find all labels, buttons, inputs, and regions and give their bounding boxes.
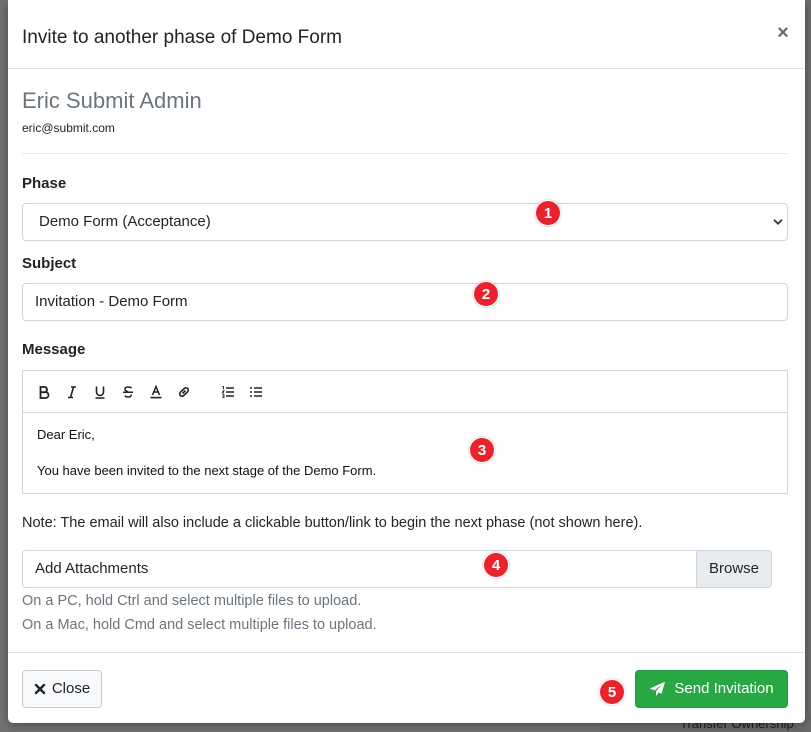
- attachments-input[interactable]: Add Attachments: [22, 550, 697, 588]
- invite-modal: Invite to another phase of Demo Form × E…: [8, 0, 805, 723]
- close-icon[interactable]: ×: [775, 22, 791, 44]
- ordered-list-icon[interactable]: [219, 383, 237, 401]
- modal-title: Invite to another phase of Demo Form: [22, 27, 342, 48]
- browse-button[interactable]: Browse: [696, 550, 772, 588]
- subject-input-value: Invitation - Demo Form: [35, 293, 188, 310]
- close-button-label: Close: [51, 680, 91, 697]
- close-button[interactable]: Close: [22, 670, 102, 708]
- strikethrough-icon[interactable]: [119, 383, 137, 401]
- divider: [22, 153, 788, 154]
- callout-badge-3: 3: [469, 437, 495, 463]
- subject-label: Subject: [22, 255, 77, 272]
- link-icon[interactable]: [175, 383, 193, 401]
- message-line-body[interactable]: You have been invited to the next stage …: [37, 463, 376, 479]
- text-color-icon[interactable]: [147, 383, 165, 401]
- underline-icon[interactable]: [91, 383, 109, 401]
- send-invitation-label: Send Invitation: [674, 680, 774, 697]
- message-label: Message: [22, 341, 86, 358]
- modal-footer: Close Send Invitation: [8, 652, 805, 723]
- send-invitation-button[interactable]: Send Invitation: [635, 670, 788, 708]
- user-name: Eric Submit Admin: [22, 88, 202, 113]
- editor-toolbar: [23, 371, 787, 413]
- subject-input[interactable]: Invitation - Demo Form: [22, 283, 788, 321]
- attachments-group: Add Attachments Browse: [22, 550, 772, 588]
- hint-pc: On a PC, hold Ctrl and select multiple f…: [22, 593, 362, 609]
- callout-badge-2: 2: [473, 281, 499, 307]
- hint-mac: On a Mac, hold Cmd and select multiple f…: [22, 617, 377, 633]
- bullet-list-icon[interactable]: [247, 383, 265, 401]
- chevron-down-icon: [773, 219, 783, 225]
- phase-label: Phase: [22, 175, 67, 192]
- callout-badge-4: 4: [483, 552, 509, 578]
- callout-badge-1: 1: [535, 200, 561, 226]
- close-x-icon: [34, 683, 46, 695]
- attachments-placeholder: Add Attachments: [35, 560, 149, 577]
- phase-select[interactable]: Demo Form (Acceptance): [22, 203, 788, 241]
- phase-select-value: Demo Form (Acceptance): [39, 213, 211, 230]
- user-email: eric@submit.com: [22, 121, 115, 135]
- modal-header: Invite to another phase of Demo Form ×: [8, 0, 805, 69]
- message-line-greeting[interactable]: Dear Eric,: [37, 427, 95, 443]
- bold-icon[interactable]: [35, 383, 53, 401]
- italic-icon[interactable]: [63, 383, 81, 401]
- paper-plane-icon: [650, 681, 666, 696]
- email-note: Note: The email will also include a clic…: [22, 515, 643, 531]
- callout-badge-5: 5: [599, 679, 625, 705]
- message-editor: Dear Eric, You have been invited to the …: [22, 370, 788, 494]
